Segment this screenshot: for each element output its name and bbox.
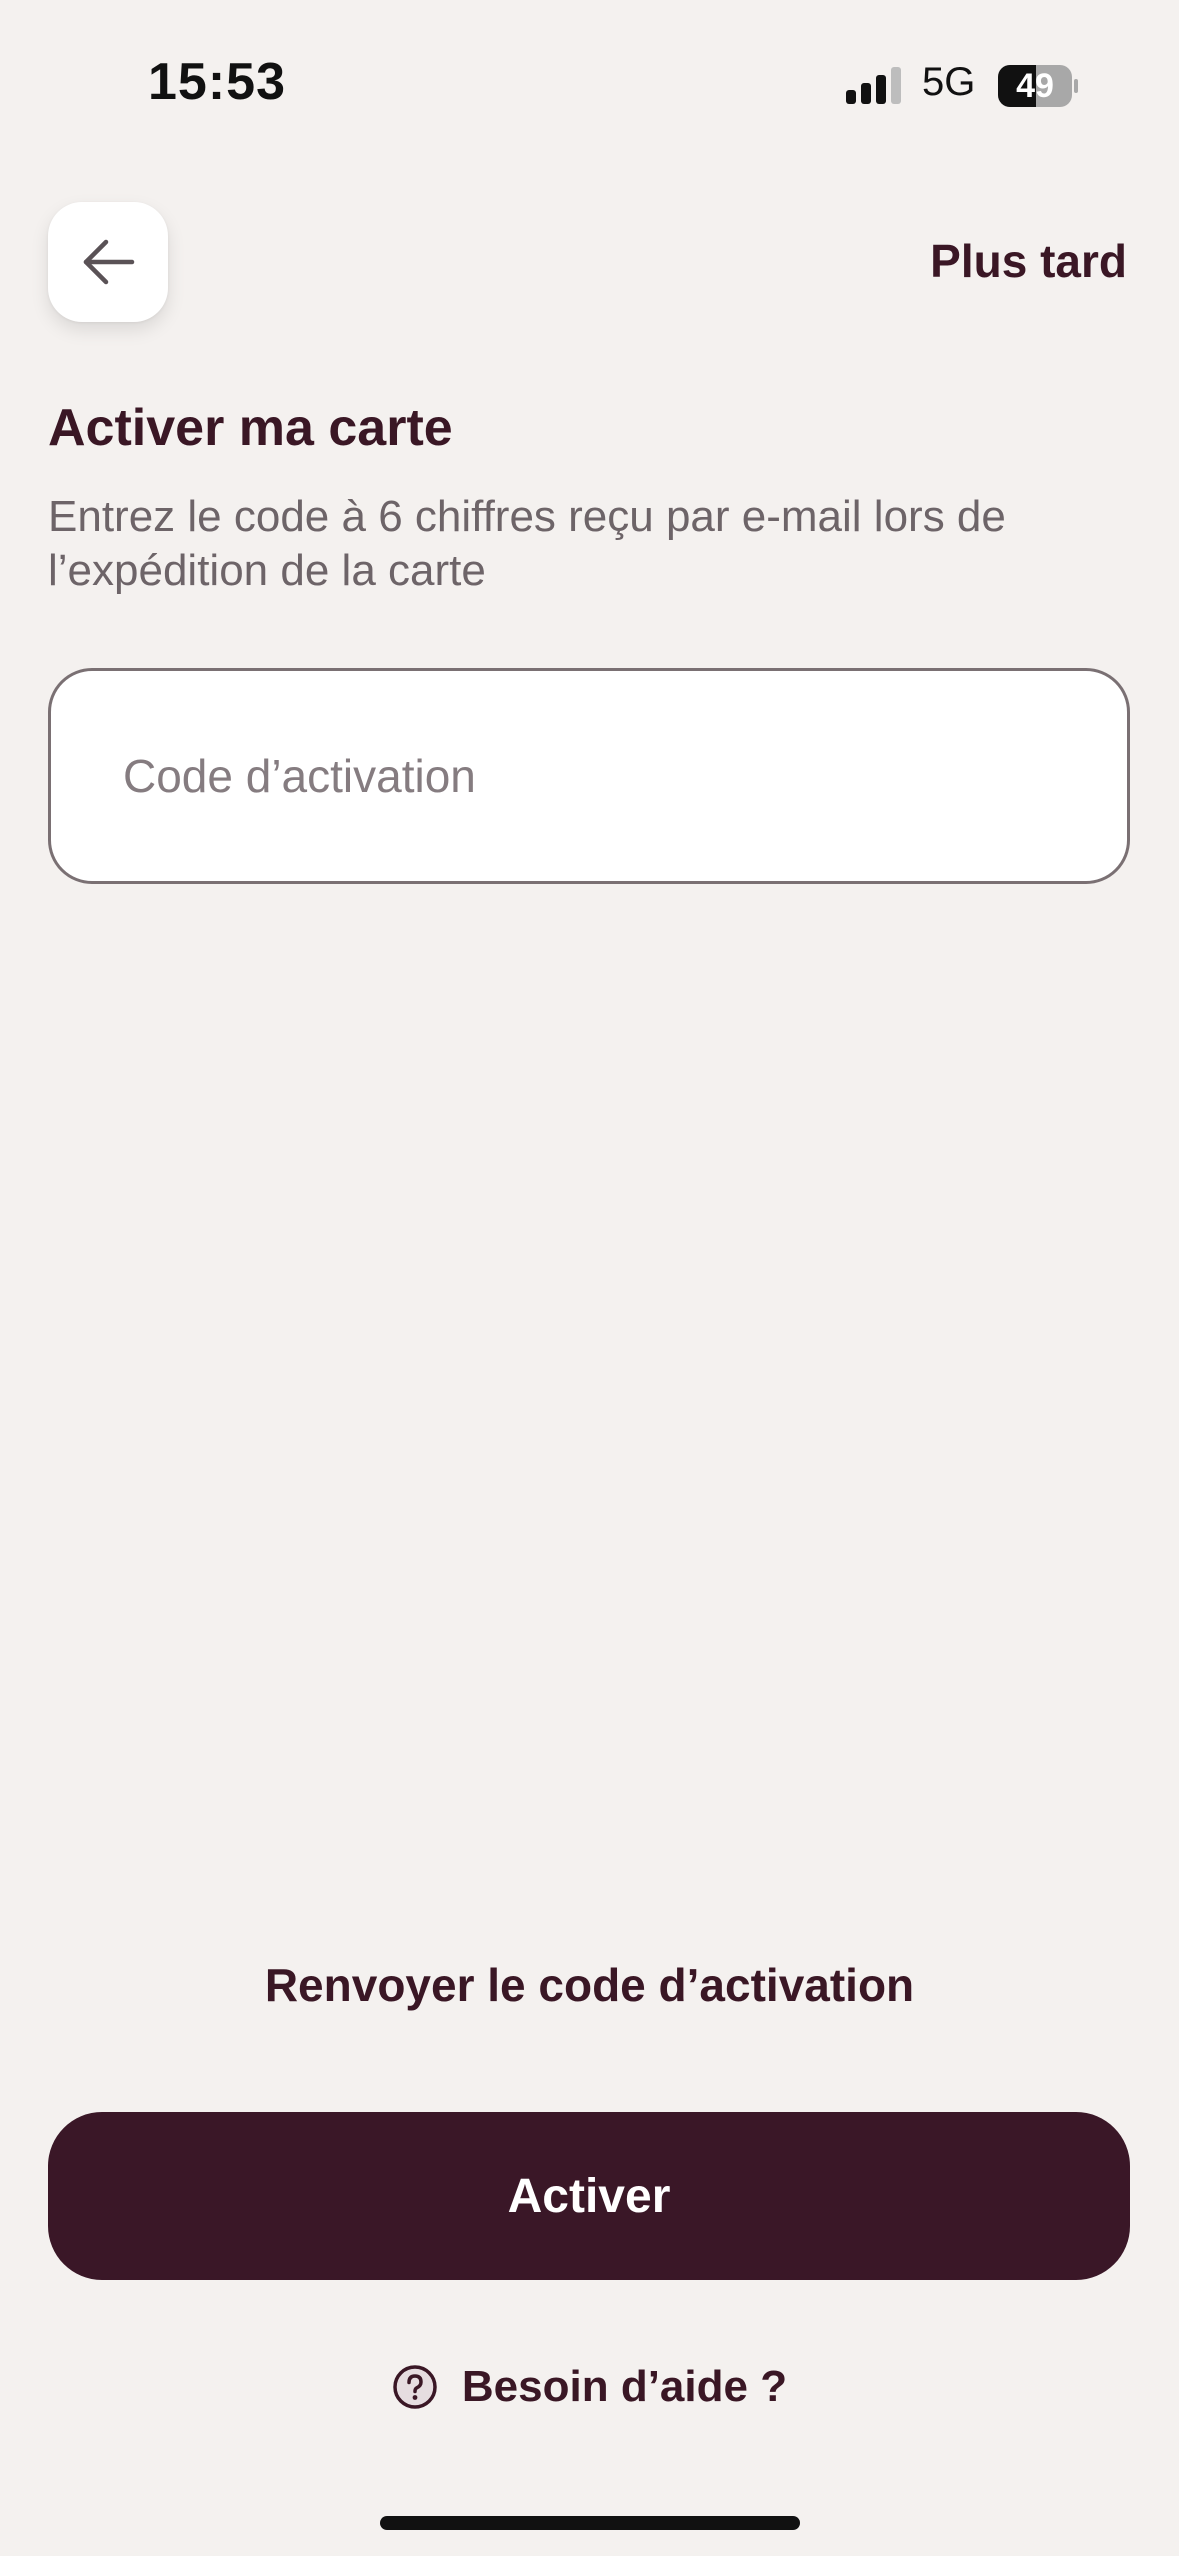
page-title: Activer ma carte [48,399,453,457]
battery-icon: 49 [998,65,1078,107]
later-button[interactable]: Plus tard [930,234,1127,288]
status-time: 15:53 [148,53,286,111]
battery-level: 49 [1016,67,1054,105]
question-circle-icon [393,2365,437,2409]
home-indicator [380,2516,800,2530]
back-button[interactable] [48,202,168,322]
resend-code-button[interactable]: Renvoyer le code d’activation [0,1958,1179,2012]
page-subtitle: Entrez le code à 6 chiffres reçu par e-m… [48,492,1006,595]
arrow-left-icon [83,239,135,285]
activate-button-label: Activer [507,2169,671,2223]
signal-icon [846,67,901,104]
help-label: Besoin d’aide ? [461,2362,788,2411]
activation-code-field[interactable] [48,668,1130,884]
activate-button[interactable]: Activer [48,2112,1130,2280]
network-type: 5G [922,60,976,104]
activation-code-input[interactable] [51,671,1127,881]
help-link[interactable]: Besoin d’aide ? [0,2362,1179,2412]
